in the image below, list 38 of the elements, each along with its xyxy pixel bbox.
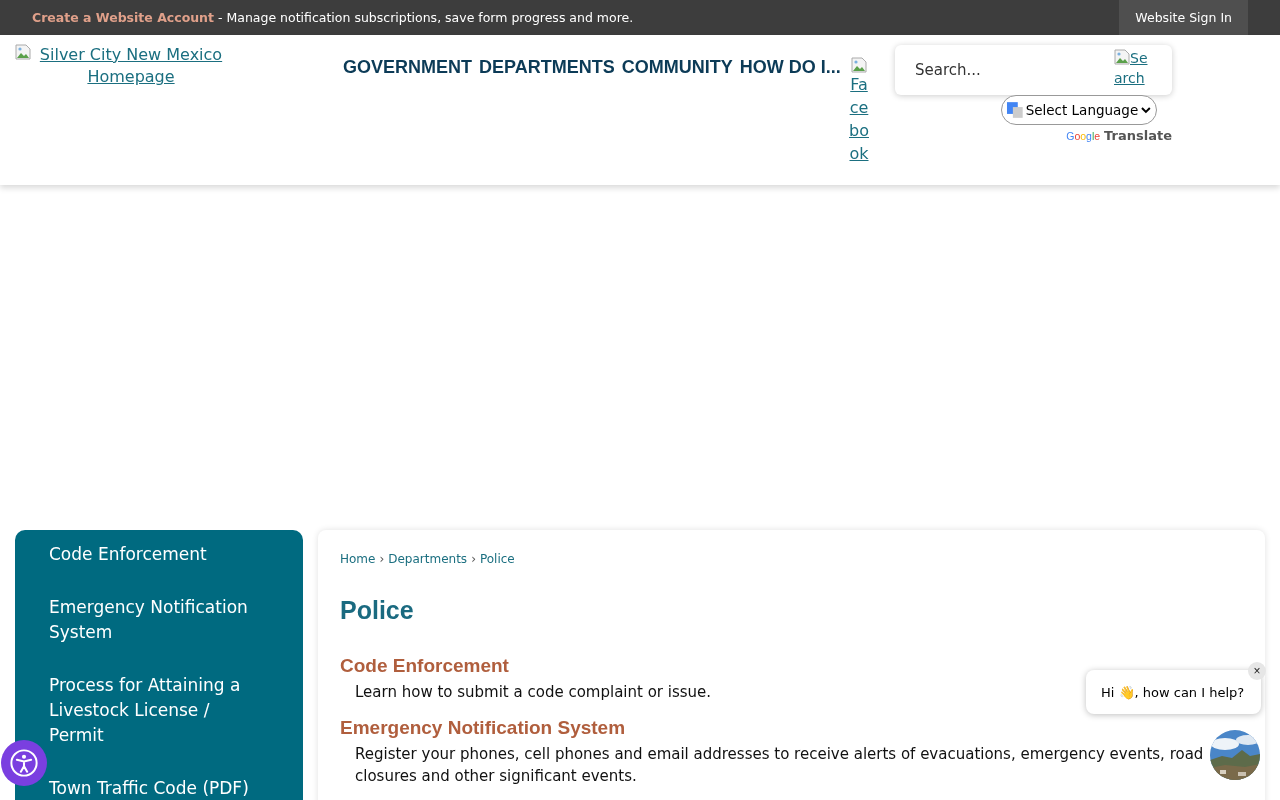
broken-image-icon [851, 57, 867, 73]
nav-link[interactable]: COMMUNITY [621, 57, 733, 79]
chat-message: Hi 👋, how can I help? [1101, 684, 1245, 700]
nav-link[interactable]: HOW DO I... [739, 57, 841, 79]
translate-icon [1006, 101, 1024, 119]
close-button[interactable]: × [1248, 662, 1266, 680]
breadcrumb-link[interactable]: Home [340, 552, 376, 566]
broken-image-icon [1114, 49, 1130, 65]
section-link[interactable]: Emergency Notification System [340, 717, 1243, 739]
broken-image-icon [15, 44, 31, 60]
chevron-down-icon [1140, 105, 1152, 115]
section-description: Register your phones, cell phones and email addresses to receive alerts of evacuations, emergency events, road closures and other significant events. [355, 744, 1205, 787]
nav-link[interactable]: DEPARTMENTS [479, 57, 615, 79]
page-title: Police [340, 596, 415, 625]
sidebar-item[interactable]: Code Enforcement [15, 542, 303, 567]
google-logo: Google [1066, 129, 1101, 142]
breadcrumb-separator: › [471, 552, 476, 566]
accessibility-button[interactable] [1, 740, 47, 786]
section-description: Learn how to submit a code complaint or issue. [355, 682, 712, 703]
accessibility-icon [9, 748, 39, 778]
sidebar-item[interactable]: Emergency Notification System [15, 595, 303, 645]
logo-link[interactable]: Silver City New Mexico Homepage [33, 44, 229, 88]
create-account-link[interactable]: Create a Website Account [32, 10, 214, 25]
facebook-link[interactable]: Facebook [846, 57, 872, 165]
breadcrumb-separator: › [379, 552, 385, 566]
sidebar-item[interactable]: Town Traffic Code (PDF) [15, 776, 303, 800]
account-message: - Manage notification subscriptions, save form progress and more. [218, 10, 635, 25]
section-link[interactable]: Code Enforcement [340, 655, 1243, 677]
sidebar-item[interactable]: Process for Attaining a Livestock License / Permit [15, 673, 303, 748]
translate-label[interactable]: Translate [1104, 128, 1172, 143]
search-submit-button[interactable]: Search [1114, 48, 1148, 88]
language-select[interactable]: Select Language [1001, 95, 1157, 125]
breadcrumb-link[interactable]: Departments [388, 552, 468, 566]
breadcrumb-link[interactable]: Police [479, 552, 515, 566]
nav-link[interactable]: GOVERNMENT [343, 57, 472, 79]
chat-avatar-button[interactable] [1210, 730, 1260, 780]
search-field[interactable]: Search... [915, 61, 1095, 79]
sign-in-button[interactable]: Website Sign In [1119, 0, 1248, 35]
